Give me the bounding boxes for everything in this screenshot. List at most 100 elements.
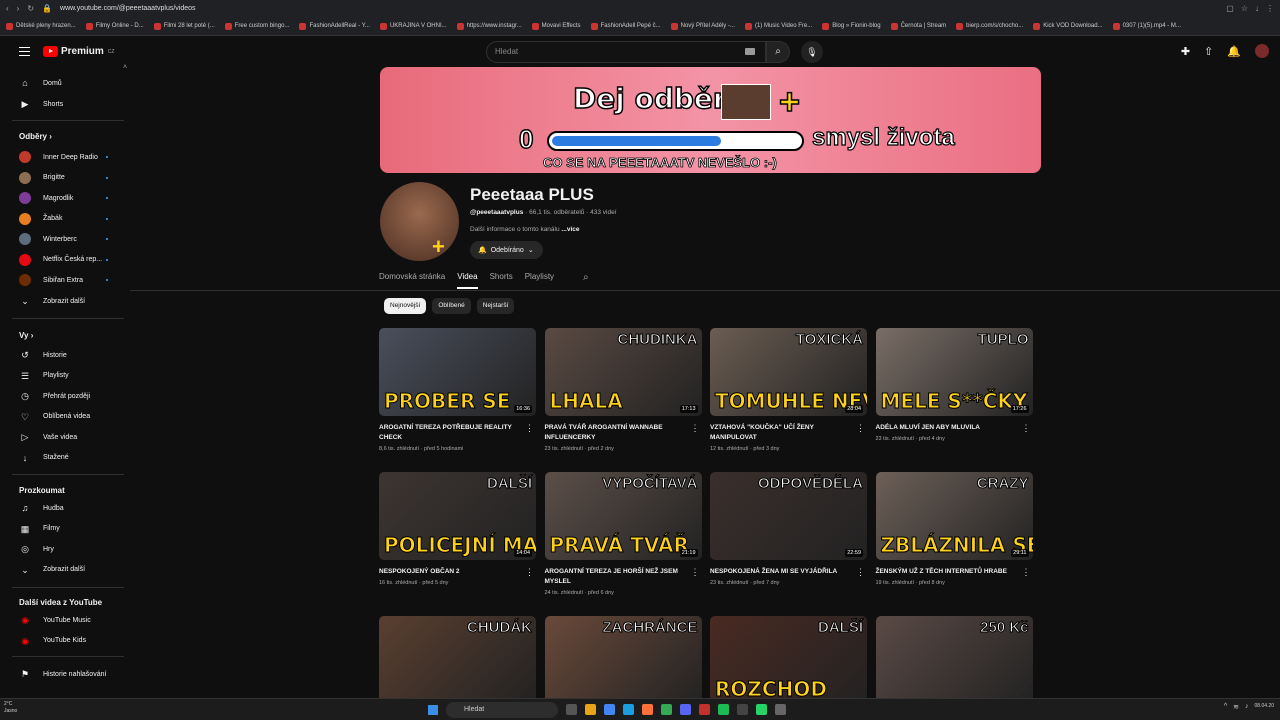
- windows-start-icon[interactable]: [428, 705, 438, 715]
- bookmark-item[interactable]: UKRAJINA V OHNI...: [379, 22, 447, 30]
- sidebar-item[interactable]: ◉ YouTube Kids: [0, 631, 130, 651]
- sidebar-item[interactable]: ⌄ Zobrazit další: [0, 560, 130, 580]
- more-options-icon[interactable]: ⋮: [1022, 567, 1031, 578]
- video-title[interactable]: AROGANTNÍ TEREZA JE HORŠÍ NEŽ JSEM MYSLE…: [545, 567, 702, 587]
- video-card[interactable]: ODPOVĚDĚLA 22:59 NESPOKOJENÁ ŽENA MI SE VY…: [710, 472, 867, 586]
- video-thumbnail[interactable]: PROBER SE 16:36: [379, 328, 536, 416]
- browser-icon[interactable]: [661, 704, 672, 715]
- sidebar-section-title[interactable]: Odběry ›: [19, 132, 52, 141]
- reload-icon[interactable]: ↻: [27, 4, 34, 13]
- video-thumbnail[interactable]: CHUDÁK: [379, 616, 536, 704]
- more-options-icon[interactable]: ⋮: [525, 423, 534, 434]
- sidebar-item[interactable]: ◉ YouTube Music: [0, 610, 130, 630]
- search-input[interactable]: Hledat: [486, 41, 766, 63]
- sidebar-section-title[interactable]: Prozkoumat: [19, 486, 65, 495]
- bookmark-item[interactable]: Movavi Effects: [531, 22, 581, 30]
- video-thumbnail[interactable]: ZACHRÁNCE: [544, 616, 702, 704]
- video-card[interactable]: DALŠÍ POLICEJNÍ MAFIE14:04 NESPOKOJENÝ OBČ…: [379, 472, 536, 586]
- sidebar-item[interactable]: ◷ Přehrát později: [0, 386, 130, 406]
- more-options-icon[interactable]: ⋮: [691, 567, 700, 578]
- video-card[interactable]: TUPLO MELE S**ČKY 17:26 ADÉLA MLUVÍ JEN ABY…: [875, 328, 1033, 442]
- whatsapp-icon[interactable]: [756, 704, 767, 715]
- bookmark-item[interactable]: https://www.instagr...: [456, 22, 522, 30]
- video-thumbnail[interactable]: DALŠÍ POLICEJNÍ MAFIE14:04: [379, 472, 536, 560]
- tab-0[interactable]: Domovská stránka: [379, 272, 445, 289]
- download-icon[interactable]: ↓: [1255, 4, 1259, 13]
- sidebar-item[interactable]: ↺ Historie: [0, 345, 130, 365]
- firefox-icon[interactable]: [642, 704, 653, 715]
- video-thumbnail[interactable]: DALŠÍ ROZCHOD: [710, 616, 867, 704]
- mic-button[interactable]: 🎙: [801, 41, 823, 63]
- video-thumbnail[interactable]: TOXICKÁ TOMUHLE NEVĚŘTE28:04: [710, 328, 867, 416]
- video-card[interactable]: PROBER SE 16:36 AROGATNÍ TEREZA POTŘEBUJE …: [379, 328, 536, 452]
- sidebar-section-title[interactable]: Vy ›: [19, 331, 33, 340]
- bookmark-item[interactable]: Nový Přítel Adély -...: [670, 22, 735, 30]
- sidebar-item[interactable]: Netflix Česká rep...: [0, 250, 130, 270]
- clock[interactable]: 08.04.20: [1255, 703, 1274, 711]
- video-card[interactable]: CRAZY ZBLÁZNILA SE 29:11 ŽENSKÝM UŽ Z TĚCH …: [875, 472, 1033, 586]
- spotify-icon[interactable]: [718, 704, 729, 715]
- discord-icon[interactable]: [680, 704, 691, 715]
- video-title[interactable]: VZTAHOVÁ "KOUČKA" UČÍ ŽENY MANIPULOVAT: [710, 423, 867, 443]
- bookmark-item[interactable]: Filmy Online - D...: [85, 22, 144, 30]
- sidebar-item[interactable]: ⌄ Zobrazit další: [0, 291, 130, 311]
- tray-chevron-icon[interactable]: ^: [1224, 703, 1227, 711]
- address-bar[interactable]: www.youtube.com/@peeetaaatvplus/videos: [60, 5, 1226, 12]
- search-button[interactable]: ⌕: [766, 41, 790, 63]
- sidebar-item[interactable]: ▷ Vaše videa: [0, 427, 130, 447]
- bookmark-item[interactable]: Dětské pleny hrazen...: [6, 22, 76, 30]
- keyboard-icon[interactable]: [745, 48, 755, 55]
- sort-chip[interactable]: Nejnovější: [384, 298, 427, 314]
- channel-more-link[interactable]: ...více: [561, 226, 579, 233]
- video-thumbnail[interactable]: VYPOČÍTAVÁ PRAVÁ TVÁŘ 21:19: [544, 472, 702, 560]
- video-thumbnail[interactable]: TUPLO MELE S**ČKY 17:26: [875, 328, 1033, 416]
- more-options-icon[interactable]: ⋮: [856, 423, 865, 434]
- video-card[interactable]: VYPOČÍTAVÁ PRAVÁ TVÁŘ 21:19 AROGANTNÍ TEREZ…: [544, 472, 702, 596]
- video-title[interactable]: ŽENSKÝM UŽ Z TĚCH INTERNETŮ HRABE: [876, 567, 1033, 577]
- channel-handle[interactable]: @peeetaaatvplus: [470, 209, 523, 216]
- bookmark-item[interactable]: Kick VOD Download...: [1033, 22, 1103, 30]
- back-icon[interactable]: ‹: [6, 4, 9, 13]
- video-title[interactable]: ADÉLA MLUVÍ JEN ABY MLUVILA: [876, 423, 1033, 433]
- sidebar-item[interactable]: ▶ Shorts: [0, 94, 130, 114]
- file-explorer-icon[interactable]: [585, 704, 596, 715]
- sidebar-item[interactable]: ♫ Hudba: [0, 498, 130, 518]
- bookmark-item[interactable]: FashionAdellReal - Y...: [299, 22, 370, 30]
- bookmark-item[interactable]: Filmi 28 let poté (...: [153, 22, 215, 30]
- sidebar-item[interactable]: Magrodlik: [0, 188, 130, 208]
- forward-icon[interactable]: ›: [17, 4, 20, 13]
- settings-icon[interactable]: [775, 704, 786, 715]
- menu-icon[interactable]: ⋮: [1266, 4, 1274, 13]
- sidebar-item[interactable]: Winterberc: [0, 229, 130, 249]
- video-title[interactable]: PRAVÁ TVÁŘ AROGANTNÍ WANNABE INFLUENCERK…: [545, 423, 702, 443]
- upload-icon[interactable]: ⇧: [1204, 45, 1213, 58]
- youtube-logo[interactable]: Premium CZ: [43, 46, 114, 57]
- hamburger-menu-icon[interactable]: [19, 47, 30, 56]
- bookmark-item[interactable]: 0307 (1)(5).mp4 - M...: [1112, 22, 1181, 30]
- chrome-icon[interactable]: [604, 704, 615, 715]
- video-thumbnail[interactable]: CRAZY ZBLÁZNILA SE 29:11: [875, 472, 1033, 560]
- notifications-bell-icon[interactable]: 🔔: [1227, 45, 1241, 58]
- channel-avatar[interactable]: +: [380, 182, 459, 261]
- video-card[interactable]: CHUDÁK: [379, 616, 536, 704]
- bookmark-item[interactable]: Černota | Stream: [890, 22, 946, 30]
- video-thumbnail[interactable]: ODPOVĚDĚLA 22:59: [710, 472, 867, 560]
- extension-icon[interactable]: ▢: [1226, 4, 1234, 13]
- weather-widget[interactable]: 2°C Jasno: [4, 701, 17, 715]
- video-card[interactable]: DALŠÍ ROZCHOD: [710, 616, 867, 704]
- account-avatar[interactable]: [1255, 44, 1269, 58]
- sidebar-item[interactable]: ♡ Oblíbená videa: [0, 407, 130, 427]
- more-options-icon[interactable]: ⋮: [1022, 423, 1031, 434]
- channel-search-icon[interactable]: ⌕: [583, 272, 589, 283]
- sidebar-section-title[interactable]: Další videa z YouTube: [19, 598, 102, 607]
- video-title[interactable]: AROGATNÍ TEREZA POTŘEBUJE REALITY CHECK: [379, 423, 536, 443]
- video-card[interactable]: ZACHRÁNCE: [544, 616, 702, 704]
- bookmark-item[interactable]: (1) Music Video Fre...: [744, 22, 812, 30]
- bookmark-item[interactable]: FashionAdell Pepé č...: [590, 22, 661, 30]
- collapse-arrow-icon[interactable]: ˄: [123, 64, 127, 71]
- sidebar-item[interactable]: ⌂ Domů: [0, 73, 130, 93]
- more-options-icon[interactable]: ⋮: [691, 423, 700, 434]
- sidebar-item[interactable]: Sibiřan Extra: [0, 270, 130, 290]
- sidebar-item[interactable]: Inner Deep Radio: [0, 147, 130, 167]
- subscribed-button[interactable]: 🔔 Odebíráno ⌄: [470, 241, 543, 259]
